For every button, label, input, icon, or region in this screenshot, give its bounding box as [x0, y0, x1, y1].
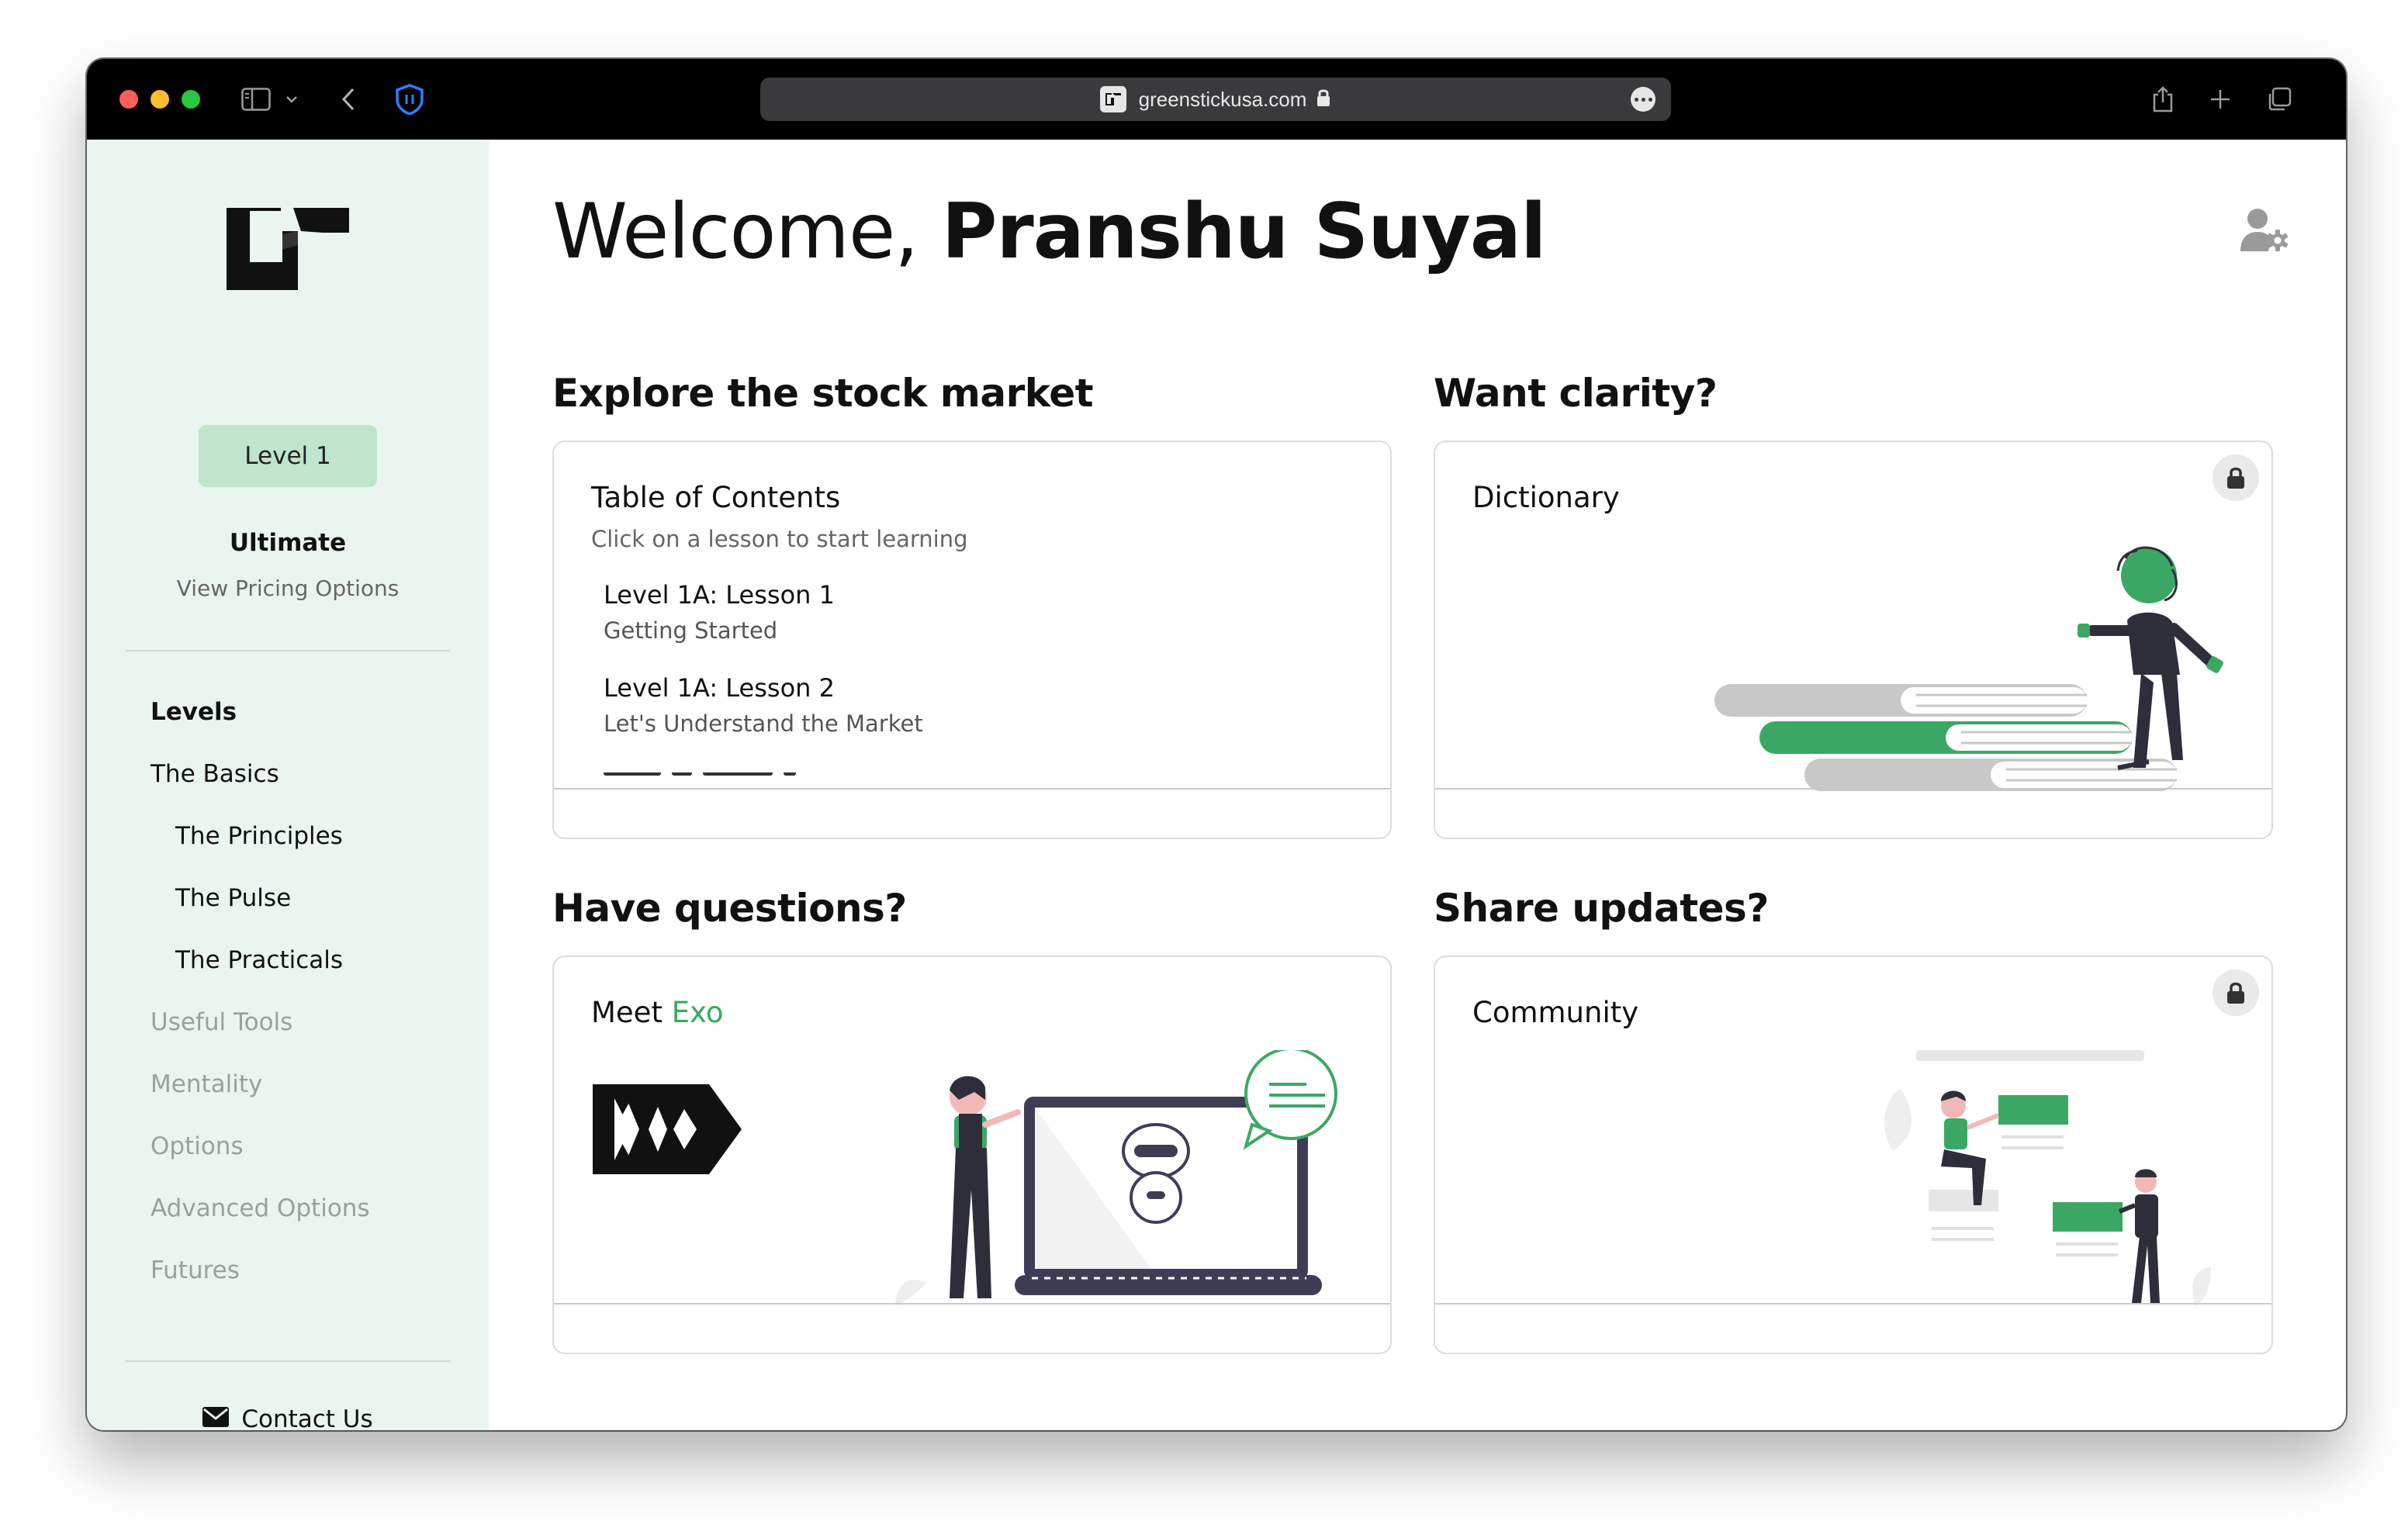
- lesson-item[interactable]: Level 1A: Lesson 2 Let's Understand the …: [604, 673, 923, 737]
- exo-title: Meet Exo: [591, 996, 724, 1029]
- lesson-item[interactable]: Level 1A: Lesson 1 Getting Started: [604, 580, 835, 644]
- sidebar-item-the-principles[interactable]: The Principles: [175, 822, 343, 850]
- back-icon[interactable]: [337, 79, 360, 119]
- sidebar-item-mentality[interactable]: Mentality: [150, 1070, 262, 1098]
- browser-toolbar: greenstickusa.com: [87, 59, 2346, 140]
- url-text: greenstickusa.com: [1138, 87, 1307, 111]
- community-card[interactable]: Community: [1434, 956, 2273, 1354]
- dictionary-card[interactable]: Dictionary: [1434, 441, 2273, 839]
- section-title-questions: Have questions?: [552, 886, 907, 931]
- exo-title-accent: Exo: [671, 996, 724, 1029]
- page-title: Welcome, Pranshu Suyal: [552, 188, 1547, 276]
- lock-icon: [1316, 88, 1331, 111]
- main-content: Welcome, Pranshu Suyal Explore the stock…: [489, 140, 2346, 1430]
- sidebar-item-options[interactable]: Options: [150, 1132, 244, 1160]
- dictionary-title: Dictionary: [1472, 481, 1620, 514]
- user-settings-icon[interactable]: [2240, 208, 2290, 256]
- card-divider: [554, 788, 1390, 790]
- section-title-updates: Share updates?: [1434, 886, 1769, 931]
- page-menu-icon[interactable]: [1631, 87, 1656, 112]
- lesson-item-clipped: [604, 772, 813, 780]
- section-title-explore: Explore the stock market: [552, 371, 1094, 416]
- sidebar-item-the-basics[interactable]: The Basics: [150, 760, 279, 788]
- card-divider: [1435, 788, 2271, 790]
- meet-exo-card[interactable]: Meet Exo: [552, 956, 1392, 1354]
- community-title: Community: [1472, 996, 1639, 1029]
- card-divider: [554, 1303, 1390, 1305]
- card-divider: [1435, 1303, 2271, 1305]
- tab-overview-icon[interactable]: [2264, 79, 2295, 119]
- sidebar-item-futures[interactable]: Futures: [150, 1256, 240, 1284]
- site-favicon-icon: [1099, 86, 1126, 112]
- lesson-title: Level 1A: Lesson 2: [604, 673, 835, 703]
- lock-icon: [2213, 969, 2259, 1016]
- maximize-window-button[interactable]: [182, 90, 200, 109]
- brand-logo[interactable]: [227, 208, 349, 295]
- new-tab-icon[interactable]: [2206, 79, 2234, 119]
- table-of-contents-card[interactable]: Table of Contents Click on a lesson to s…: [552, 441, 1392, 839]
- sidebar-toggle-icon[interactable]: [239, 79, 273, 119]
- exo-title-prefix: Meet: [591, 996, 672, 1029]
- exo-robot-illustration: [895, 1050, 1337, 1306]
- toc-title: Table of Contents: [591, 481, 841, 514]
- envelope-icon: [202, 1405, 230, 1430]
- level-badge[interactable]: Level 1: [199, 425, 377, 487]
- sidebar: Level 1 Ultimate View Pricing Options Le…: [87, 140, 489, 1430]
- lesson-subtitle: Let's Understand the Market: [604, 710, 923, 737]
- welcome-prefix: Welcome,: [552, 188, 942, 276]
- sidebar-item-the-pulse[interactable]: The Pulse: [175, 884, 291, 912]
- sidebar-item-levels[interactable]: Levels: [150, 698, 237, 726]
- contact-us-label: Contact Us: [241, 1405, 373, 1430]
- sidebar-divider-bottom: [126, 1360, 450, 1362]
- close-window-button[interactable]: [119, 90, 138, 109]
- minimize-window-button[interactable]: [150, 90, 169, 109]
- sidebar-item-the-practicals[interactable]: The Practicals: [175, 946, 343, 974]
- exo-logo: [593, 1084, 742, 1174]
- address-bar[interactable]: greenstickusa.com: [760, 78, 1671, 121]
- section-title-clarity: Want clarity?: [1434, 371, 1718, 416]
- view-pricing-link[interactable]: View Pricing Options: [87, 575, 489, 601]
- toc-subtitle: Click on a lesson to start learning: [591, 526, 968, 552]
- lesson-title: Level 1A: Lesson 1: [604, 580, 835, 610]
- chevron-down-icon[interactable]: [282, 79, 301, 119]
- lock-icon: [2213, 454, 2259, 501]
- books-illustration: [1714, 546, 2223, 791]
- sidebar-item-useful-tools[interactable]: Useful Tools: [150, 1008, 292, 1036]
- user-name: Pranshu Suyal: [941, 188, 1547, 276]
- community-illustration: [1884, 1050, 2211, 1306]
- lesson-subtitle: Getting Started: [604, 617, 778, 644]
- contact-us-link[interactable]: Contact Us: [87, 1405, 489, 1430]
- shield-icon[interactable]: [393, 79, 427, 119]
- browser-window: greenstickusa.com Level 1 Ultimate View …: [87, 59, 2346, 1430]
- sidebar-divider: [126, 650, 450, 651]
- sidebar-item-advanced-options[interactable]: Advanced Options: [150, 1194, 370, 1222]
- share-icon[interactable]: [2147, 79, 2178, 119]
- plan-title: Ultimate: [229, 529, 347, 557]
